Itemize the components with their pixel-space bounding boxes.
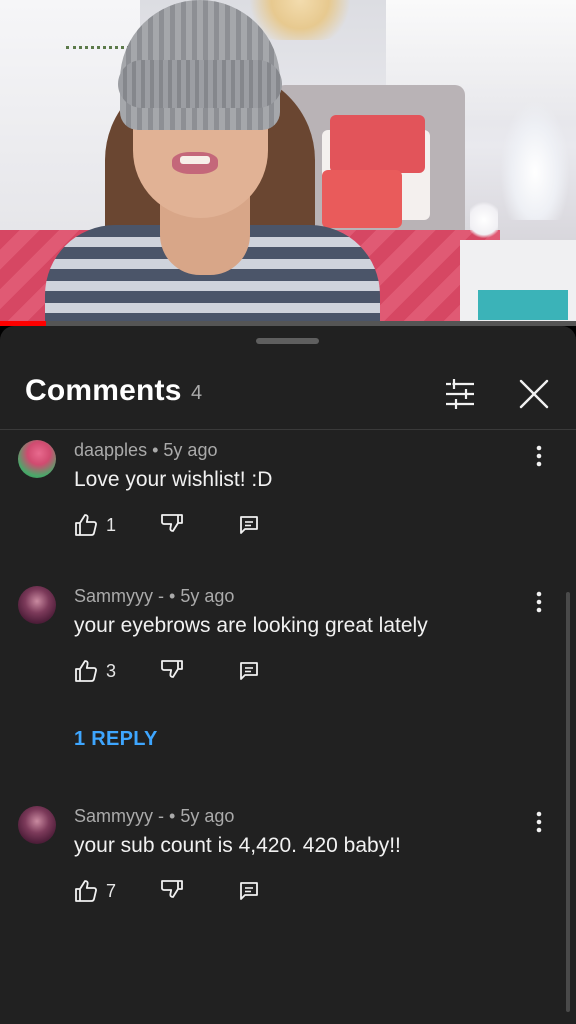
comment-author[interactable]: daapples: [74, 440, 147, 460]
avatar[interactable]: [18, 586, 56, 624]
video-person-teeth: [180, 156, 210, 164]
more-options-button[interactable]: [526, 584, 552, 618]
comment-author[interactable]: Sammyyy -: [74, 586, 164, 606]
comment-meta: Sammyyy - • 5y ago: [74, 806, 234, 827]
comment-age: 5y ago: [180, 806, 235, 826]
comment-actions: 3: [74, 654, 374, 688]
like-count: 1: [106, 514, 117, 535]
drag-handle[interactable]: [256, 338, 319, 344]
like-count: 3: [106, 660, 117, 681]
view-replies-link[interactable]: 1 REPLY: [74, 728, 158, 751]
dislike-button[interactable]: [160, 874, 184, 908]
more-options-button[interactable]: [526, 804, 552, 838]
comment-meta-separator: •: [152, 440, 159, 460]
video-pillow-coral: [322, 170, 402, 228]
scrollbar[interactable]: [566, 592, 570, 1012]
like-count: 7: [106, 880, 117, 901]
dislike-button[interactable]: [160, 654, 184, 688]
thumbs-up-icon: [75, 880, 97, 902]
comment-meta-separator: •: [169, 586, 176, 606]
comment-author[interactable]: Sammyyy -: [74, 806, 164, 826]
comment-text: Love your wishlist! :D: [74, 468, 273, 491]
comment-actions: 1: [74, 508, 374, 542]
comment-age: 5y ago: [163, 440, 218, 460]
comments-count: 4: [191, 382, 203, 404]
video-pillow-red: [330, 115, 425, 173]
video-person-beanie-cuff: [118, 60, 282, 108]
close-icon: [519, 379, 549, 409]
more-options-button[interactable]: [526, 438, 552, 472]
video-lamp: [470, 200, 498, 240]
more-vertical-icon: [536, 591, 542, 613]
reply-comment-icon: [240, 882, 258, 900]
avatar[interactable]: [18, 440, 56, 478]
reply-comment-icon: [240, 516, 258, 534]
more-vertical-icon: [536, 811, 542, 833]
comment-age: 5y ago: [180, 586, 235, 606]
like-button[interactable]: 7: [74, 874, 116, 908]
thumbs-down-icon: [161, 660, 183, 678]
thumbs-down-icon: [161, 880, 183, 898]
sort-filter-icon: [446, 379, 474, 409]
video-player[interactable]: [0, 0, 576, 326]
header-divider: [0, 429, 576, 430]
comment-meta: Sammyyy - • 5y ago: [74, 586, 234, 607]
thumbs-down-icon: [161, 514, 183, 532]
reply-button[interactable]: [238, 508, 260, 542]
close-comments-button[interactable]: [514, 374, 554, 414]
comments-title: Comments: [25, 374, 182, 407]
video-drawer: [478, 290, 568, 320]
avatar[interactable]: [18, 806, 56, 844]
like-button[interactable]: 1: [74, 508, 116, 542]
video-garland: [66, 6, 136, 49]
comment-text: your eyebrows are looking great lately: [74, 614, 428, 637]
thumbs-up-icon: [75, 514, 97, 536]
thumbs-up-icon: [75, 660, 97, 682]
comment-actions: 7: [74, 874, 374, 908]
reply-button[interactable]: [238, 654, 260, 688]
comments-panel: Comments 4 daapples • 5y ago Love your w…: [0, 326, 576, 1024]
like-button[interactable]: 3: [74, 654, 116, 688]
reply-button[interactable]: [238, 874, 260, 908]
dislike-button[interactable]: [160, 508, 184, 542]
comment-meta-separator: •: [169, 806, 176, 826]
reply-comment-icon: [240, 662, 258, 680]
comments-header: Comments 4: [0, 366, 576, 428]
comment-meta: daapples • 5y ago: [74, 440, 217, 461]
comment-text: your sub count is 4,420. 420 baby!!: [74, 834, 401, 857]
sort-filter-button[interactable]: [440, 374, 480, 414]
more-vertical-icon: [536, 445, 542, 467]
video-small-tree: [500, 100, 570, 220]
